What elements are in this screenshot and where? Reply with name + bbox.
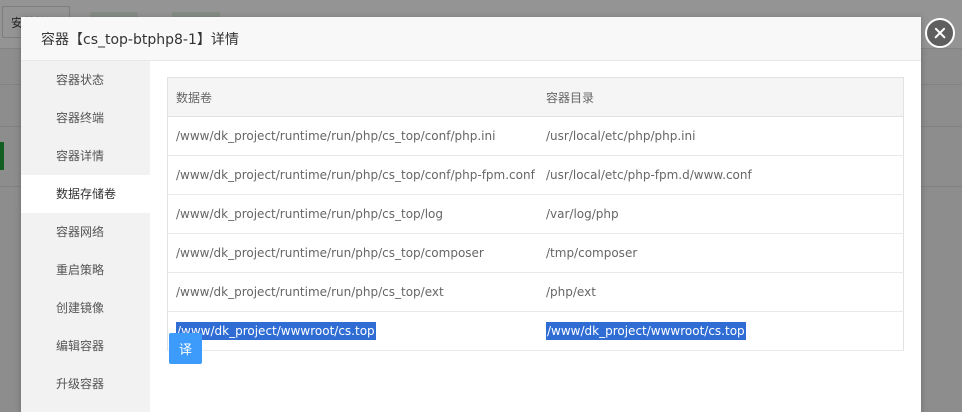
sidebar-item[interactable]: 容器终端 — [21, 99, 150, 137]
table-row: /www/dk_project/runtime/run/php/cs_top/c… — [167, 116, 904, 156]
volume-cell: /www/dk_project/runtime/run/php/cs_top/c… — [167, 233, 538, 273]
column-header-volume: 数据卷 — [167, 77, 538, 117]
container-dir-cell: /var/log/php — [538, 194, 904, 234]
volume-path: /www/dk_project/runtime/run/php/cs_top/c… — [176, 168, 535, 182]
modal-title: 容器【cs_top-btphp8-1】详情 — [41, 32, 239, 48]
container-dir-path: /usr/local/etc/php-fpm.d/www.conf — [546, 168, 752, 182]
sidebar-item-label: 重启策略 — [56, 263, 105, 277]
sidebar-item-label: 创建镜像 — [56, 301, 105, 315]
volume-path: /www/dk_project/runtime/run/php/cs_top/c… — [176, 129, 496, 143]
container-dir-path: /www/dk_project/wwwroot/cs.top — [546, 322, 746, 340]
sidebar-item-label: 升级容器 — [56, 377, 105, 391]
volume-cell: /www/dk_project/runtime/run/php/cs_top/c… — [167, 155, 538, 195]
column-header-container-dir: 容器目录 — [538, 77, 904, 117]
sidebar-item-label: 编辑容器 — [56, 339, 105, 353]
content-panel: 数据卷 容器目录 /www/dk_project/runtime/run/php… — [150, 61, 921, 412]
volume-cell: /www/dk_project/runtime/run/php/cs_top/e… — [167, 272, 538, 312]
sidebar-item[interactable]: 重启策略 — [21, 251, 150, 289]
container-dir-cell: /usr/local/etc/php-fpm.d/www.conf — [538, 155, 904, 195]
volume-path: /www/dk_project/runtime/run/php/cs_top/c… — [176, 246, 484, 260]
sidebar-item[interactable]: 升级容器 — [21, 365, 150, 403]
container-dir-path: /var/log/php — [546, 207, 619, 221]
sidebar-item[interactable]: 容器详情 — [21, 137, 150, 175]
table-row: /www/dk_project/wwwroot/cs.top/www/dk_pr… — [167, 311, 904, 351]
volume-path: /www/dk_project/runtime/run/php/cs_top/l… — [176, 207, 444, 221]
container-dir-cell: /www/dk_project/wwwroot/cs.top — [538, 311, 904, 351]
table-row: /www/dk_project/runtime/run/php/cs_top/c… — [167, 233, 904, 273]
sidebar-item[interactable]: 编辑容器 — [21, 327, 150, 365]
sidebar-item-label: 数据存储卷 — [56, 187, 117, 201]
table-header-row: 数据卷 容器目录 — [167, 77, 904, 117]
sidebar-item-label: 容器网络 — [56, 225, 105, 239]
container-detail-modal: 容器【cs_top-btphp8-1】详情 容器状态 容器终端 容器详情 数据存储卷容… — [21, 17, 955, 412]
container-dir-cell: /tmp/composer — [538, 233, 904, 273]
sidebar-item[interactable]: 数据存储卷 — [21, 175, 150, 213]
close-icon[interactable] — [925, 18, 955, 48]
modal-header: 容器【cs_top-btphp8-1】详情 — [21, 17, 921, 61]
volume-path: /www/dk_project/wwwroot/cs.top — [176, 322, 376, 340]
table-row: /www/dk_project/runtime/run/php/cs_top/l… — [167, 194, 904, 234]
sidebar-item[interactable]: 创建镜像 — [21, 289, 150, 327]
container-dir-path: /php/ext — [546, 285, 596, 299]
volume-table: 数据卷 容器目录 /www/dk_project/runtime/run/php… — [167, 77, 904, 351]
sidebar-item[interactable]: 容器网络 — [21, 213, 150, 251]
sidebar-item-label: 容器终端 — [56, 111, 105, 125]
volume-cell: /www/dk_project/runtime/run/php/cs_top/l… — [167, 194, 538, 234]
sidebar-item-label: 容器状态 — [56, 73, 105, 87]
sidebar-item-label: 容器详情 — [56, 149, 105, 163]
volume-cell: /www/dk_project/wwwroot/cs.top — [167, 311, 538, 351]
volume-path: /www/dk_project/runtime/run/php/cs_top/e… — [176, 285, 444, 299]
container-dir-path: /tmp/composer — [546, 246, 638, 260]
sidebar-item[interactable]: 容器状态 — [21, 61, 150, 99]
container-dir-cell: /usr/local/etc/php/php.ini — [538, 116, 904, 156]
translate-button[interactable]: 译 — [169, 333, 202, 364]
container-dir-path: /usr/local/etc/php/php.ini — [546, 129, 696, 143]
table-row: /www/dk_project/runtime/run/php/cs_top/e… — [167, 272, 904, 312]
sidebar: 容器状态容器终端容器详情数据存储卷容器网络重启策略创建镜像编辑容器升级容器 — [21, 61, 150, 412]
container-dir-cell: /php/ext — [538, 272, 904, 312]
volume-cell: /www/dk_project/runtime/run/php/cs_top/c… — [167, 116, 538, 156]
table-row: /www/dk_project/runtime/run/php/cs_top/c… — [167, 155, 904, 195]
